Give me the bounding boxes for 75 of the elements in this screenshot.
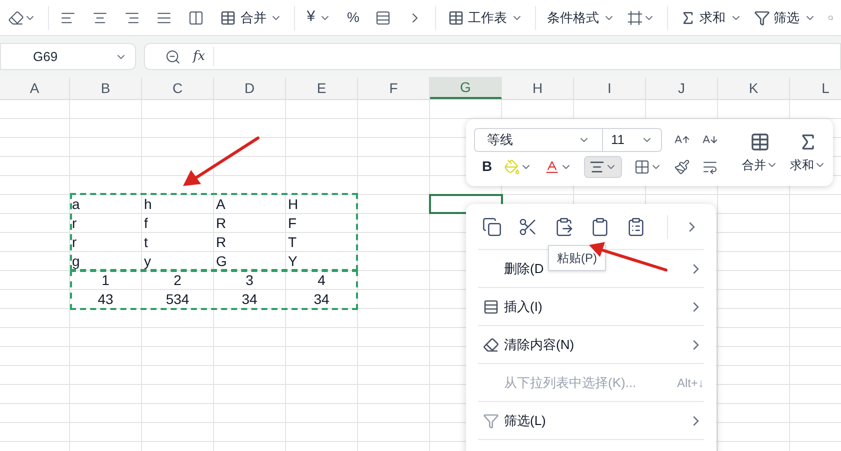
table-cell-text: A <box>215 196 226 213</box>
column-header[interactable]: G <box>430 77 502 99</box>
table-cell-text: 34 <box>312 291 330 308</box>
table-cell-text: a <box>71 196 80 213</box>
merge-icon <box>220 10 236 26</box>
filter-button[interactable]: 筛选 <box>754 8 816 28</box>
table-cell-text: T <box>287 234 297 251</box>
column-header[interactable]: H <box>502 77 574 99</box>
worksheet-button[interactable]: 工作表 <box>448 8 523 28</box>
font-color-icon[interactable] <box>544 158 560 174</box>
table-cell-text: R <box>215 215 226 232</box>
bold-button[interactable]: B <box>482 156 492 177</box>
table-cell-text: t <box>143 234 148 251</box>
table-cell-text: G <box>215 253 227 270</box>
merge-button[interactable]: 合并 <box>220 8 282 28</box>
table-cell-text: 3 <box>244 272 254 289</box>
column-header[interactable]: A <box>0 77 70 99</box>
column-header[interactable]: B <box>70 77 142 99</box>
clear-icon <box>483 336 499 352</box>
table-cell-text: F <box>287 215 297 232</box>
shortcut-text: Alt+↓ <box>676 374 704 392</box>
merge-icon <box>750 132 770 152</box>
table-cell-text: 43 <box>96 291 114 308</box>
column-header[interactable]: C <box>142 77 214 99</box>
table-cell-text: f <box>143 215 148 232</box>
conditional-format-button[interactable]: 条件格式 <box>547 8 616 28</box>
name-box[interactable]: G69 <box>0 43 136 70</box>
eraser-icon[interactable] <box>8 10 24 26</box>
percent-button[interactable]: % <box>347 7 360 28</box>
freeze-icon[interactable] <box>627 10 644 26</box>
paste-special-icon[interactable] <box>626 216 646 236</box>
active-cell[interactable] <box>430 195 502 213</box>
column-header[interactable]: J <box>646 77 718 99</box>
table-cell-text: h <box>143 196 152 213</box>
table-cell-text: g <box>71 253 80 270</box>
format-painter-icon[interactable] <box>674 158 690 174</box>
fill-color-icon[interactable] <box>504 158 520 174</box>
merge-button[interactable]: 合并 <box>742 132 778 174</box>
sum-button[interactable]: 求和 <box>680 8 742 28</box>
formula-bar[interactable]: fx <box>144 43 841 70</box>
tooltip: 粘贴(P) <box>548 245 606 271</box>
table-cell-text: 34 <box>240 291 258 308</box>
table-cell-text: r <box>71 215 77 232</box>
sum-button[interactable]: 求和 <box>790 132 826 174</box>
function-label[interactable]: fx <box>193 46 214 66</box>
paste-values-icon[interactable] <box>590 216 610 236</box>
table-cell-text: H <box>287 196 298 213</box>
scissors-icon[interactable] <box>518 216 538 236</box>
filter-icon <box>754 10 770 26</box>
table-cell-text: 2 <box>172 272 182 289</box>
zoom-out-icon[interactable] <box>165 48 181 64</box>
copy-icon[interactable] <box>482 216 502 236</box>
column-header[interactable]: I <box>574 77 646 99</box>
menu-item[interactable]: 筛选(L) <box>478 402 704 440</box>
table-cell-text: R <box>215 234 226 251</box>
filter-icon <box>483 412 499 428</box>
currency-button[interactable]: ¥ <box>306 6 332 29</box>
column-header[interactable]: D <box>214 77 286 99</box>
align-center-button[interactable] <box>584 156 622 178</box>
column-header[interactable]: E <box>286 77 358 99</box>
borders-icon[interactable] <box>634 158 650 174</box>
table-cell-text: 4 <box>316 272 326 289</box>
worksheet-icon <box>448 10 464 26</box>
table-cell-text: r <box>71 234 77 251</box>
paste-icon[interactable] <box>554 216 574 236</box>
table-cell-text: 534 <box>164 291 190 308</box>
menu-item[interactable]: 插入(I) <box>478 288 704 326</box>
table-cell-text: 1 <box>100 272 110 289</box>
column-header[interactable]: L <box>790 77 841 99</box>
align-center-icon <box>589 158 606 174</box>
table-cell-text: y <box>143 253 151 270</box>
column-header[interactable]: K <box>718 77 790 99</box>
menu-item[interactable]: 清除内容(N) <box>478 326 704 364</box>
table-cell-text: Y <box>287 253 298 270</box>
insert-icon <box>483 298 499 314</box>
